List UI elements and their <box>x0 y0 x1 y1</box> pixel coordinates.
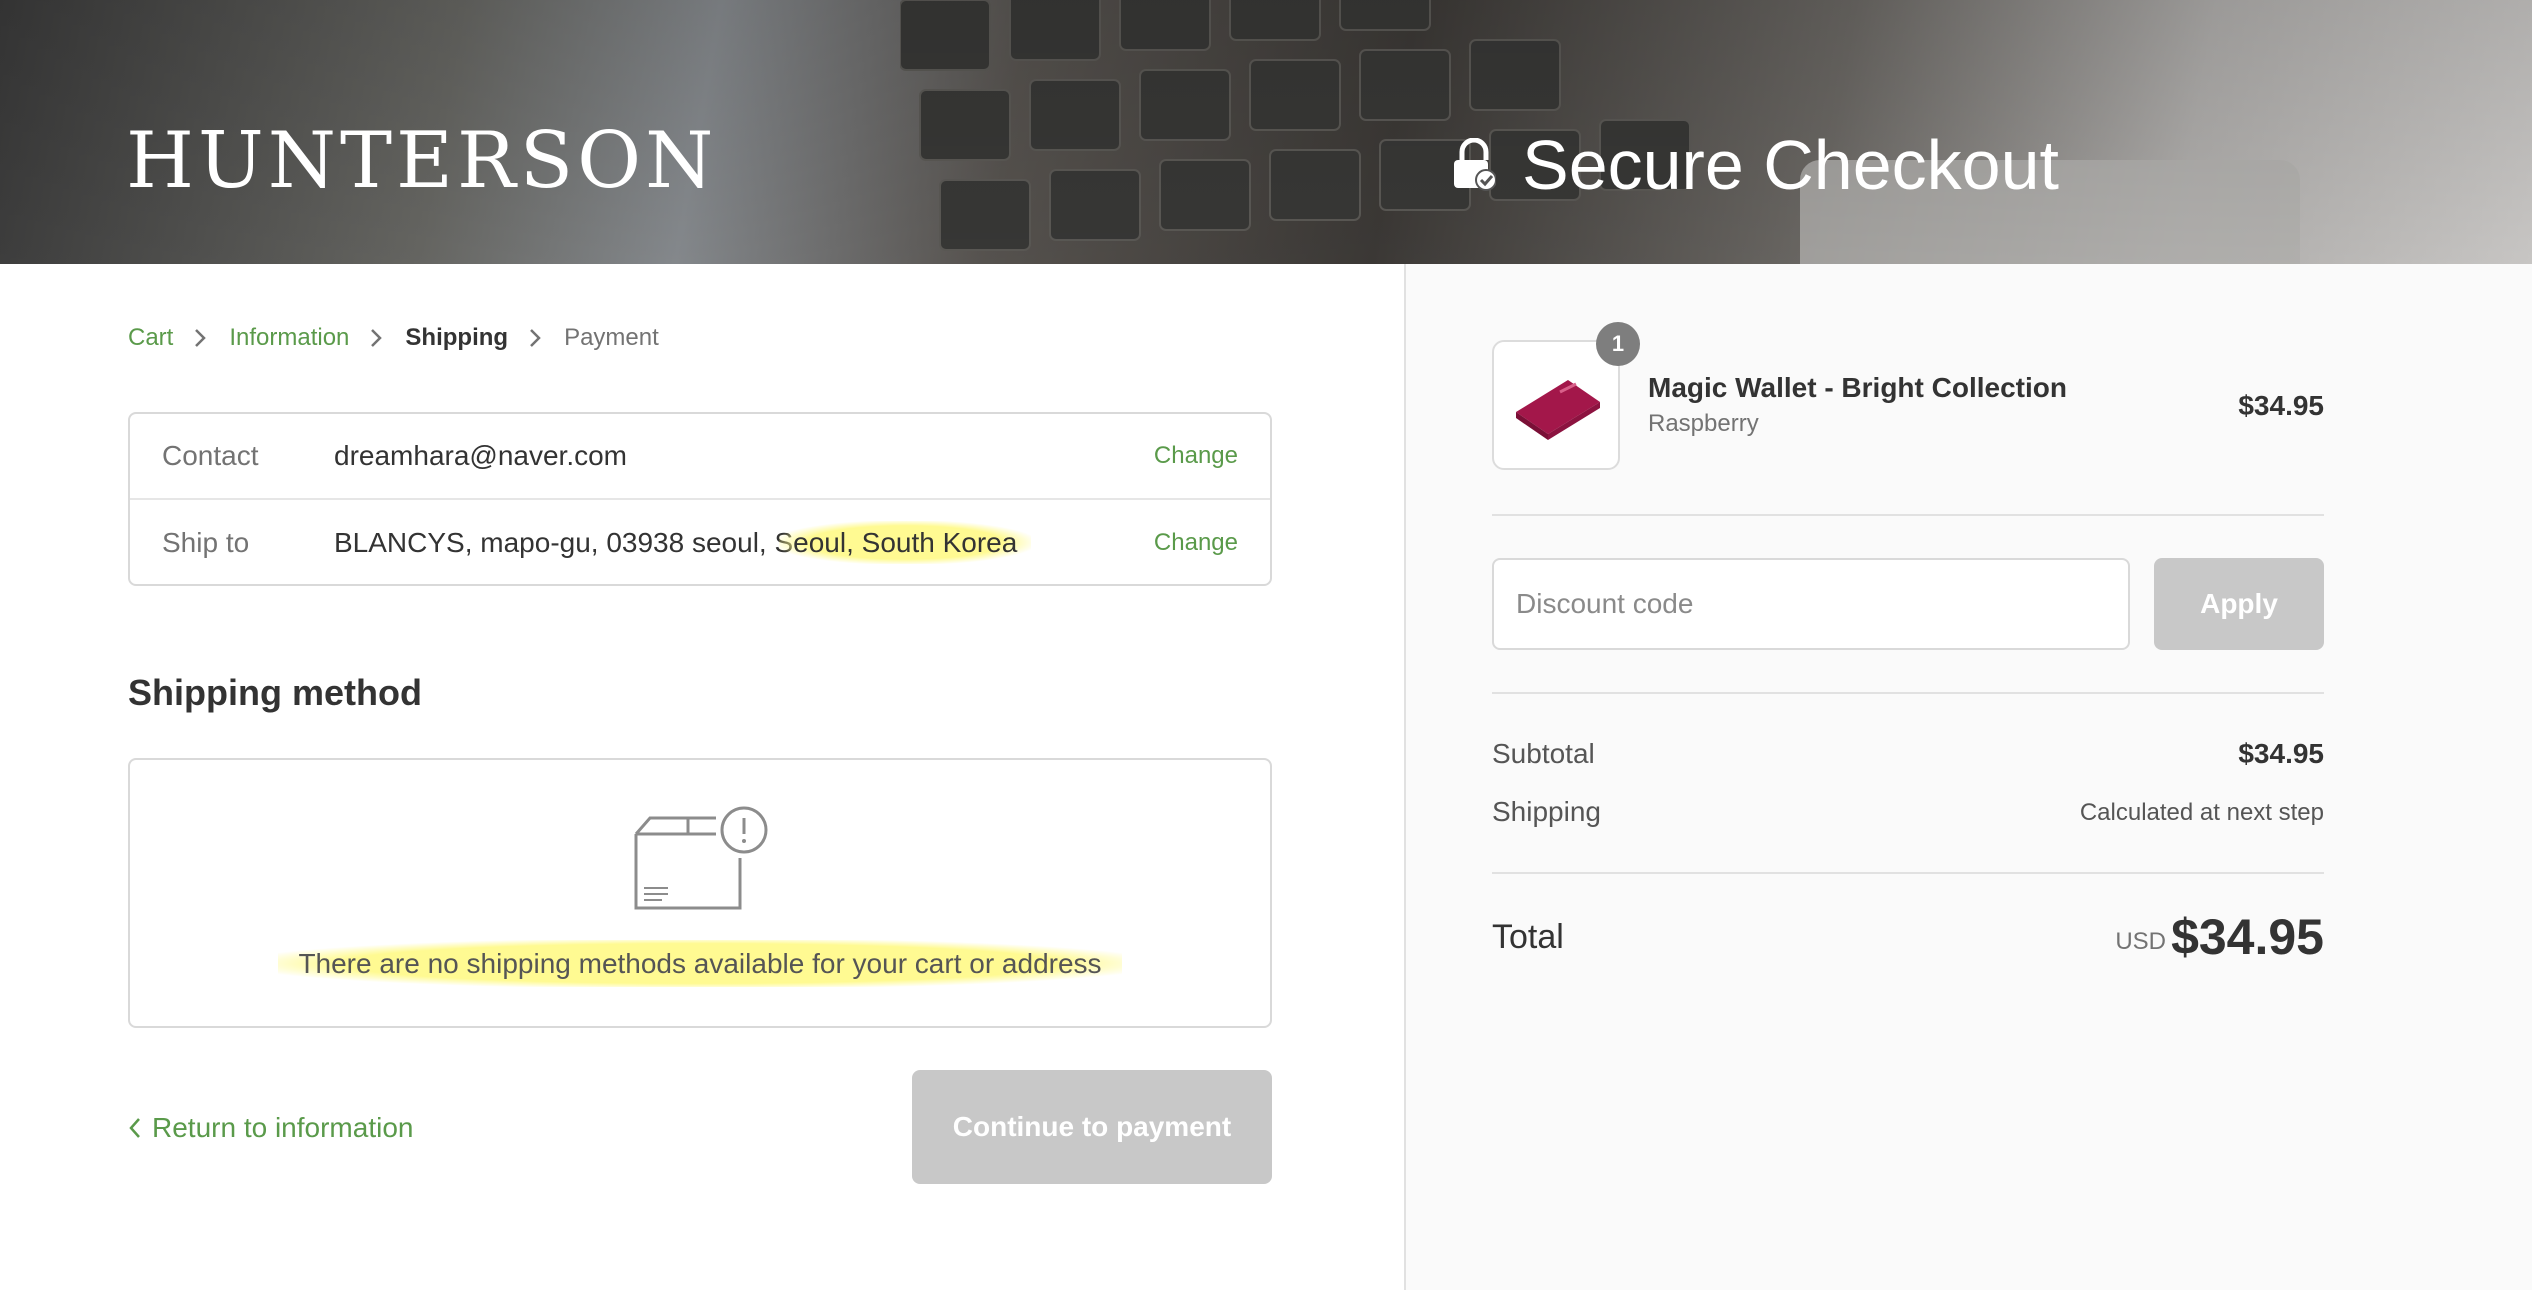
subtotal-value: $34.95 <box>2238 738 2324 769</box>
chevron-right-icon <box>371 329 383 347</box>
breadcrumb-payment: Payment <box>564 324 659 351</box>
header-banner: HUNTERSON Secure Checkout <box>0 0 2532 264</box>
breadcrumb-cart[interactable]: Cart <box>128 324 173 352</box>
product-variant: Raspberry <box>1648 410 1759 437</box>
breadcrumb-information[interactable]: Information <box>229 324 349 352</box>
chevron-right-icon <box>195 329 207 347</box>
breadcrumb: Cart Information Shipping Payment <box>128 324 659 352</box>
package-alert-icon <box>634 806 768 910</box>
discount-code-input[interactable] <box>1492 558 2130 650</box>
change-ship-to-link[interactable]: Change <box>1154 529 1238 557</box>
no-shipping-message: There are no shipping methods available … <box>130 940 1270 987</box>
apply-discount-button[interactable]: Apply <box>2154 558 2324 650</box>
summary-divider <box>1492 514 2324 516</box>
chevron-left-icon <box>129 1118 140 1138</box>
no-shipping-message-text: There are no shipping methods available … <box>278 940 1122 987</box>
total-currency: USD <box>2115 928 2166 955</box>
summary-divider <box>1492 692 2324 694</box>
return-to-information-label: Return to information <box>152 1112 414 1143</box>
total-value: $34.95 <box>2171 909 2324 965</box>
ship-to-label: Ship to <box>162 527 250 558</box>
secure-checkout-heading: Secure Checkout <box>1452 130 2059 200</box>
shipping-method-title: Shipping method <box>128 672 422 713</box>
product-thumbnail <box>1492 340 1620 470</box>
ship-to-value-highlighted: eoul, South Korea <box>779 521 1032 564</box>
contact-label: Contact <box>162 440 259 471</box>
brand-logo[interactable]: HUNTERSON <box>126 122 717 200</box>
quantity-badge: 1 <box>1596 322 1640 366</box>
lock-check-icon <box>1454 138 1496 191</box>
subtotal-label: Subtotal <box>1492 738 1595 769</box>
shipping-label: Shipping <box>1492 796 1601 827</box>
wallet-product-image <box>1516 380 1600 440</box>
contact-row: Contact dreamhara@naver.com Change <box>130 414 1270 500</box>
ship-to-value: BLANCYS, mapo-gu, 03938 seoul, Seoul, So… <box>334 521 1032 564</box>
breadcrumb-shipping: Shipping <box>405 324 509 351</box>
product-name: Magic Wallet - Bright Collection <box>1648 372 2067 403</box>
total-label: Total <box>1492 918 1564 956</box>
shipping-method-box: There are no shipping methods available … <box>128 758 1272 1028</box>
review-block: Contact dreamhara@naver.com Change Ship … <box>128 412 1272 586</box>
contact-value: dreamhara@naver.com <box>334 440 628 471</box>
shipping-value: Calculated at next step <box>2079 799 2324 826</box>
ship-to-value-start: BLANCYS, mapo-gu, 03938 seoul, S <box>334 527 794 558</box>
summary-divider <box>1492 872 2324 874</box>
return-to-information-link[interactable]: Return to information <box>128 1112 413 1144</box>
product-price: $34.95 <box>2238 390 2324 421</box>
chevron-right-icon <box>530 329 541 347</box>
ship-to-row: Ship to BLANCYS, mapo-gu, 03938 seoul, S… <box>130 500 1270 586</box>
change-contact-link[interactable]: Change <box>1154 442 1238 470</box>
secure-checkout-label: Secure Checkout <box>1522 126 2059 204</box>
continue-to-payment-button[interactable]: Continue to payment <box>912 1070 1272 1184</box>
